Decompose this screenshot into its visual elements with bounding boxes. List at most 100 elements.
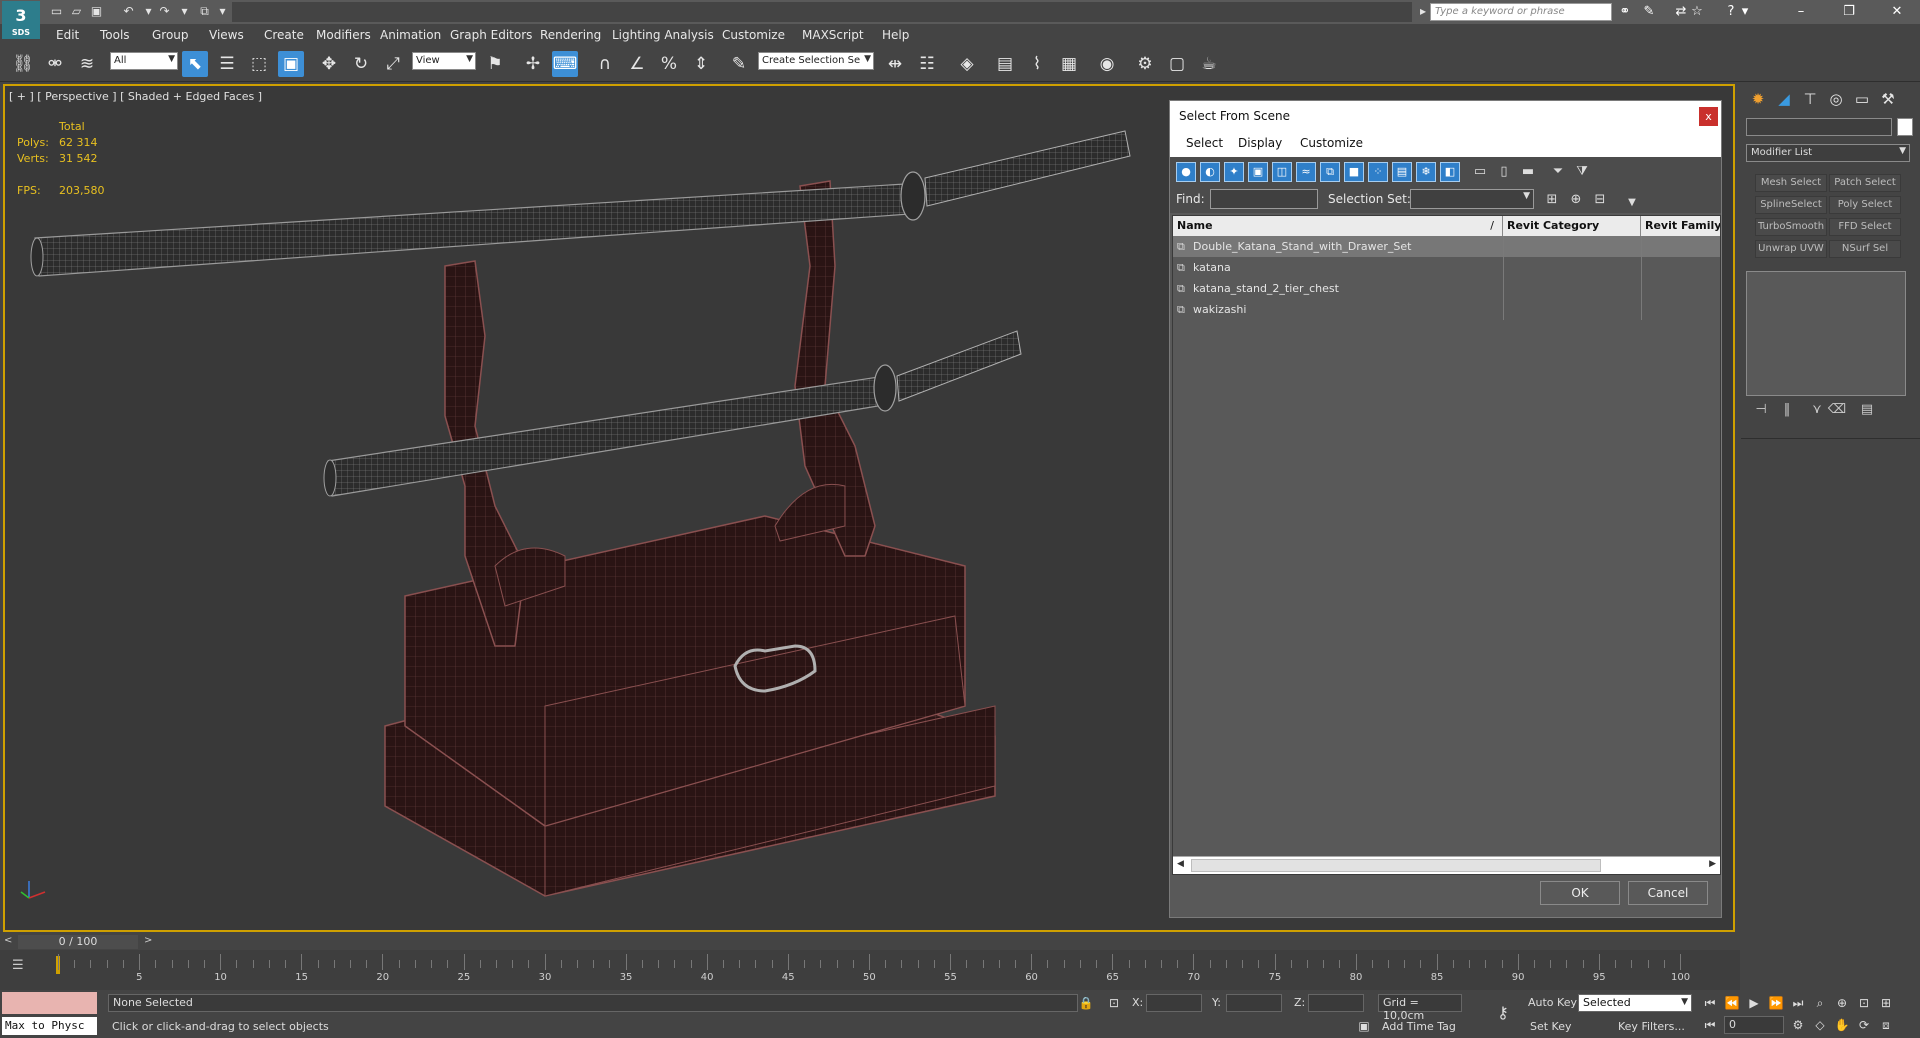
maxscript-listener-box[interactable]: [2, 992, 97, 1014]
display-lights-icon[interactable]: ✦: [1224, 162, 1244, 182]
named-selection-set-dropdown[interactable]: Create Selection Se ▼: [758, 52, 874, 70]
track-bar[interactable]: ☰ 5 10 15 20 25 30 35 40 45 50 55 60 65 70 75 80 85 90 95 1…: [0, 950, 1740, 990]
menu-group[interactable]: Group: [152, 27, 189, 43]
lock-selection-icon[interactable]: 🔒: [1076, 994, 1096, 1012]
menu-animation[interactable]: Animation: [380, 27, 441, 43]
edit-named-selection-icon[interactable]: ✎: [726, 51, 752, 77]
minimize-button[interactable]: –: [1778, 0, 1824, 24]
menu-maxscript[interactable]: MAXScript: [802, 27, 864, 43]
key-icon[interactable]: ⚷: [1490, 1004, 1516, 1022]
key-filters-button[interactable]: Key Filters...: [1618, 1020, 1685, 1033]
remove-from-selection-set-icon[interactable]: ⊟: [1590, 190, 1610, 210]
add-to-selection-set-icon[interactable]: ⊕: [1566, 190, 1586, 210]
display-bones-icon[interactable]: ⁘: [1368, 162, 1388, 182]
display-cameras-icon[interactable]: ▣: [1248, 162, 1268, 182]
z-coordinate-field[interactable]: [1308, 994, 1364, 1012]
mesh-select-button[interactable]: Mesh Select: [1755, 174, 1827, 192]
pin-stack-icon[interactable]: ⊣: [1751, 402, 1771, 420]
zoom-extents-all-icon[interactable]: ⊞: [1876, 994, 1896, 1012]
pan-view-icon[interactable]: ✋: [1832, 1016, 1852, 1034]
restore-button[interactable]: ❐: [1826, 0, 1872, 24]
angle-snap-icon[interactable]: ∠: [624, 51, 650, 77]
curve-editor-icon[interactable]: ⌇: [1024, 51, 1050, 77]
menu-help[interactable]: Help: [882, 27, 909, 43]
display-none-icon[interactable]: ▯: [1494, 162, 1514, 182]
open-file-icon[interactable]: ▱: [68, 3, 85, 20]
reference-coordinate-dropdown[interactable]: View ▼: [412, 52, 476, 70]
go-to-end-icon[interactable]: ⏭: [1788, 994, 1808, 1012]
bind-to-space-warp-icon[interactable]: ≋: [74, 51, 100, 77]
scroll-right-icon[interactable]: ▶: [1709, 859, 1716, 869]
dialog-menu-display[interactable]: Display: [1238, 136, 1282, 150]
object-color-swatch[interactable]: [1897, 118, 1913, 136]
close-button[interactable]: ✕: [1874, 0, 1920, 24]
x-coordinate-field[interactable]: [1146, 994, 1202, 1012]
modifier-stack[interactable]: [1746, 271, 1906, 396]
display-hidden-icon[interactable]: ◧: [1440, 162, 1460, 182]
redo-icon[interactable]: ↷: [156, 3, 173, 20]
make-unique-icon[interactable]: ⋎: [1807, 402, 1827, 420]
time-tag-icon[interactable]: ▣: [1354, 1017, 1374, 1035]
display-containers-icon[interactable]: ▤: [1392, 162, 1412, 182]
selection-filter-dropdown[interactable]: All ▼: [110, 52, 178, 70]
select-and-scale-icon[interactable]: ⤢: [380, 51, 406, 77]
motion-tab-icon[interactable]: ◎: [1825, 88, 1847, 110]
undo-icon[interactable]: ↶: [120, 3, 137, 20]
previous-frame-icon[interactable]: ⏪: [1722, 994, 1742, 1012]
save-file-icon[interactable]: ▣: [88, 3, 105, 20]
turbosmooth-button[interactable]: TurboSmooth: [1755, 218, 1827, 236]
window-crossing-icon[interactable]: ▣: [278, 51, 304, 77]
select-and-rotate-icon[interactable]: ↻: [348, 51, 374, 77]
new-file-icon[interactable]: ▭: [48, 3, 65, 20]
communication-icon[interactable]: ✎: [1640, 4, 1658, 20]
render-setup-icon[interactable]: ⚙: [1132, 51, 1158, 77]
dialog-close-button[interactable]: x: [1699, 107, 1718, 126]
hierarchy-tab-icon[interactable]: ⊤: [1799, 88, 1821, 110]
zoom-icon[interactable]: ⌕: [1810, 994, 1830, 1012]
display-xrefs-icon[interactable]: ■: [1344, 162, 1364, 182]
rendered-frame-window-icon[interactable]: ▢: [1164, 51, 1190, 77]
mirror-icon[interactable]: ⇹: [882, 51, 908, 77]
key-mode-dropdown[interactable]: Selected ▼: [1578, 994, 1692, 1012]
ffd-select-button[interactable]: FFD Select: [1829, 218, 1901, 236]
material-editor-icon[interactable]: ◉: [1094, 51, 1120, 77]
unwrap-uvw-button[interactable]: Unwrap UVW: [1755, 240, 1827, 258]
select-by-name-icon[interactable]: ☰: [214, 51, 240, 77]
project-folder-icon[interactable]: ⧉: [196, 3, 213, 20]
go-to-start-icon[interactable]: ⏮: [1700, 994, 1720, 1012]
set-key-button[interactable]: Set Key: [1530, 1020, 1572, 1033]
patch-select-button[interactable]: Patch Select: [1829, 174, 1901, 192]
display-helpers-icon[interactable]: ◫: [1272, 162, 1292, 182]
configure-modifier-sets-icon[interactable]: ▤: [1857, 402, 1877, 420]
column-header-name[interactable]: Name /: [1173, 216, 1503, 236]
redo-dropdown-icon[interactable]: ▾: [176, 3, 193, 20]
dialog-menu-select[interactable]: Select: [1186, 136, 1223, 150]
select-and-link-icon[interactable]: ⛓: [10, 51, 36, 77]
column-header-revit-category[interactable]: Revit Category: [1503, 216, 1641, 236]
selection-set-dropdown[interactable]: ▼: [1410, 189, 1534, 209]
add-time-tag-button[interactable]: Add Time Tag: [1382, 1020, 1456, 1033]
remove-modifier-icon[interactable]: ⌫: [1827, 402, 1847, 420]
select-and-move-icon[interactable]: ✥: [316, 51, 342, 77]
menu-customize[interactable]: Customize: [722, 27, 785, 43]
time-slider-thumb[interactable]: 0 / 100: [18, 935, 138, 949]
filter-settings-icon[interactable]: ⧩: [1572, 162, 1592, 182]
time-slider-prev-icon[interactable]: <: [4, 935, 12, 946]
y-coordinate-field[interactable]: [1226, 994, 1282, 1012]
menu-rendering[interactable]: Rendering: [540, 27, 601, 43]
spinner-snap-icon[interactable]: ⇕: [688, 51, 714, 77]
snaps-toggle-icon[interactable]: ∩: [592, 51, 618, 77]
orbit-icon[interactable]: ⟳: [1854, 1016, 1874, 1034]
viewport-label[interactable]: [ + ] [ Perspective ] [ Shaded + Edged F…: [9, 90, 262, 103]
time-configuration-icon[interactable]: ⚙: [1788, 1016, 1808, 1034]
percent-snap-icon[interactable]: %: [656, 51, 682, 77]
filter-icon[interactable]: ⏷: [1548, 162, 1568, 182]
schematic-view-icon[interactable]: ▦: [1056, 51, 1082, 77]
invert-display-icon[interactable]: ▬: [1518, 162, 1538, 182]
render-production-icon[interactable]: ☕: [1196, 51, 1222, 77]
list-item[interactable]: ⧉ katana_stand_2_tier_chest: [1173, 278, 1720, 299]
menu-edit[interactable]: Edit: [56, 27, 79, 43]
nsurf-sel-button[interactable]: NSurf Sel: [1829, 240, 1901, 258]
mini-curve-editor-icon[interactable]: ☰: [12, 958, 24, 973]
find-input[interactable]: [1210, 189, 1318, 209]
